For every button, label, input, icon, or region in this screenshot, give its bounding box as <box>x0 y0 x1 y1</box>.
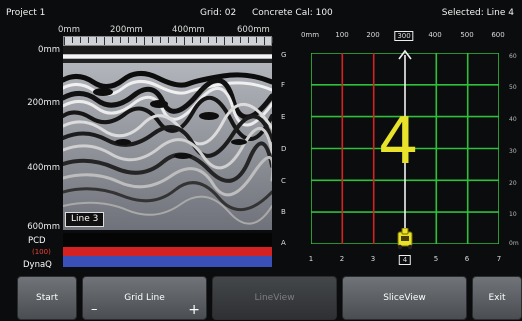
ruler-tick <box>248 37 249 43</box>
scan-axis-label: 200mm <box>110 25 143 35</box>
grid-line-increment-button[interactable]: + <box>188 302 200 318</box>
app-screen: Project 1 Grid: 02 Concrete Cal: 100 Sel… <box>0 0 522 321</box>
project-name: Project 1 <box>6 8 46 18</box>
ruler-tick <box>112 37 113 43</box>
ruler-tick <box>200 37 201 43</box>
ruler-tick <box>96 37 97 43</box>
status-header: Project 1 Grid: 02 Concrete Cal: 100 Sel… <box>4 8 518 22</box>
slice-view-label: SliceView <box>383 293 426 303</box>
right-axis-label: 20 <box>509 180 517 187</box>
ruler-tick <box>240 37 241 43</box>
grid-axis-label: 100 <box>335 31 349 39</box>
right-axis-label: 40 <box>509 116 517 123</box>
grid-row-label: F <box>281 81 286 89</box>
ruler-tick <box>160 37 161 43</box>
depth-label: 0mm <box>38 45 60 55</box>
ruler-tick <box>136 37 137 43</box>
bottom-toolbar: Start Grid Line – + LineView SliceView E… <box>0 273 522 321</box>
scan-axis-label: 600mm <box>237 25 270 35</box>
grid-line-button[interactable]: Grid Line – + <box>82 276 207 320</box>
ruler-tick <box>120 37 121 43</box>
grid-column-label: 6 <box>464 255 470 263</box>
depth-label: 400mm <box>27 163 60 173</box>
exit-button-label: Exit <box>488 293 506 303</box>
radargram-scan-image[interactable] <box>63 46 272 230</box>
line-view-label: LineView <box>254 293 295 303</box>
ruler-tick <box>176 37 177 43</box>
ruler-tick <box>264 37 265 45</box>
right-axis-label: 60 <box>509 53 517 60</box>
dynaq-label: DynaQ <box>23 260 52 270</box>
depth-label: 600mm <box>27 222 60 232</box>
grid-column-label-selected: 4 <box>398 255 412 265</box>
ruler-tick <box>88 37 89 43</box>
grid-distance-axis: 0mm 100 200 300 400 500 600 <box>296 31 522 43</box>
selected-line-number: 4 <box>378 105 419 179</box>
ruler-tick <box>64 37 65 45</box>
right-axis-label: 50 <box>509 84 517 91</box>
right-axis-label: 0m <box>509 240 519 247</box>
ruler-tick <box>232 37 233 43</box>
grid-column-label: 7 <box>496 255 502 263</box>
pcd-value: (100) <box>32 248 51 256</box>
grid-axis-label: 0mm <box>300 31 320 39</box>
grid-line-label: Grid Line <box>124 293 165 303</box>
pcd-bar <box>63 247 272 256</box>
grid-column-label: 3 <box>370 255 376 263</box>
grid-row-label: C <box>281 177 286 185</box>
grid-column-label: 2 <box>339 255 345 263</box>
depth-label: 200mm <box>27 98 60 108</box>
line-label-badge: Line 3 <box>65 212 105 227</box>
grid-row-label: B <box>281 208 286 216</box>
ruler-tick <box>72 37 73 43</box>
concrete-calibration: Concrete Cal: 100 <box>252 8 333 18</box>
grid-row-label: G <box>281 51 287 59</box>
ruler-tick <box>216 37 217 43</box>
grid-id: Grid: 02 <box>200 8 237 18</box>
start-button-label: Start <box>36 293 58 303</box>
grid-column-label: 1 <box>308 255 314 263</box>
ruler-tick <box>144 37 145 45</box>
grid-axis-label-selected: 300 <box>394 31 414 41</box>
grid-column-label: 5 <box>433 255 439 263</box>
grid-line-decrement-button[interactable]: – <box>91 302 98 317</box>
ruler-tick <box>128 37 129 43</box>
radargram-graphic <box>63 46 272 230</box>
pcd-bar-background <box>63 233 272 247</box>
grid-row-label: E <box>281 113 286 121</box>
grid-axis-label: 600 <box>491 31 505 39</box>
ruler-tick <box>184 37 185 45</box>
slice-view-button[interactable]: SliceView <box>342 276 467 320</box>
right-axis-label: 10 <box>509 211 517 218</box>
distance-ruler <box>63 36 273 46</box>
grid-row-label: D <box>281 145 287 153</box>
grid-axis-label: 200 <box>366 31 380 39</box>
pcd-label: PCD <box>28 236 46 246</box>
exit-button[interactable]: Exit <box>472 276 522 320</box>
scanner-cart-icon <box>397 228 413 250</box>
right-axis-label: 30 <box>509 148 517 155</box>
ruler-tick <box>256 37 257 43</box>
ruler-tick <box>168 37 169 43</box>
selected-line: Selected: Line 4 <box>441 8 514 18</box>
dynaq-bar <box>63 256 272 267</box>
grid-axis-label: 500 <box>460 31 474 39</box>
ruler-tick <box>104 37 105 45</box>
start-button[interactable]: Start <box>17 276 77 320</box>
ruler-tick <box>272 37 273 43</box>
scan-axis-label: 400mm <box>172 25 205 35</box>
up-arrow-icon <box>398 49 412 60</box>
ruler-tick <box>192 37 193 43</box>
scan-axis-label: 0mm <box>58 25 80 35</box>
grid-row-label: A <box>281 239 286 247</box>
grid-axis-label: 400 <box>428 31 442 39</box>
ruler-tick <box>224 37 225 45</box>
ruler-tick <box>80 37 81 43</box>
ruler-tick <box>208 37 209 43</box>
ruler-tick <box>152 37 153 43</box>
line-view-button[interactable]: LineView <box>212 276 337 320</box>
